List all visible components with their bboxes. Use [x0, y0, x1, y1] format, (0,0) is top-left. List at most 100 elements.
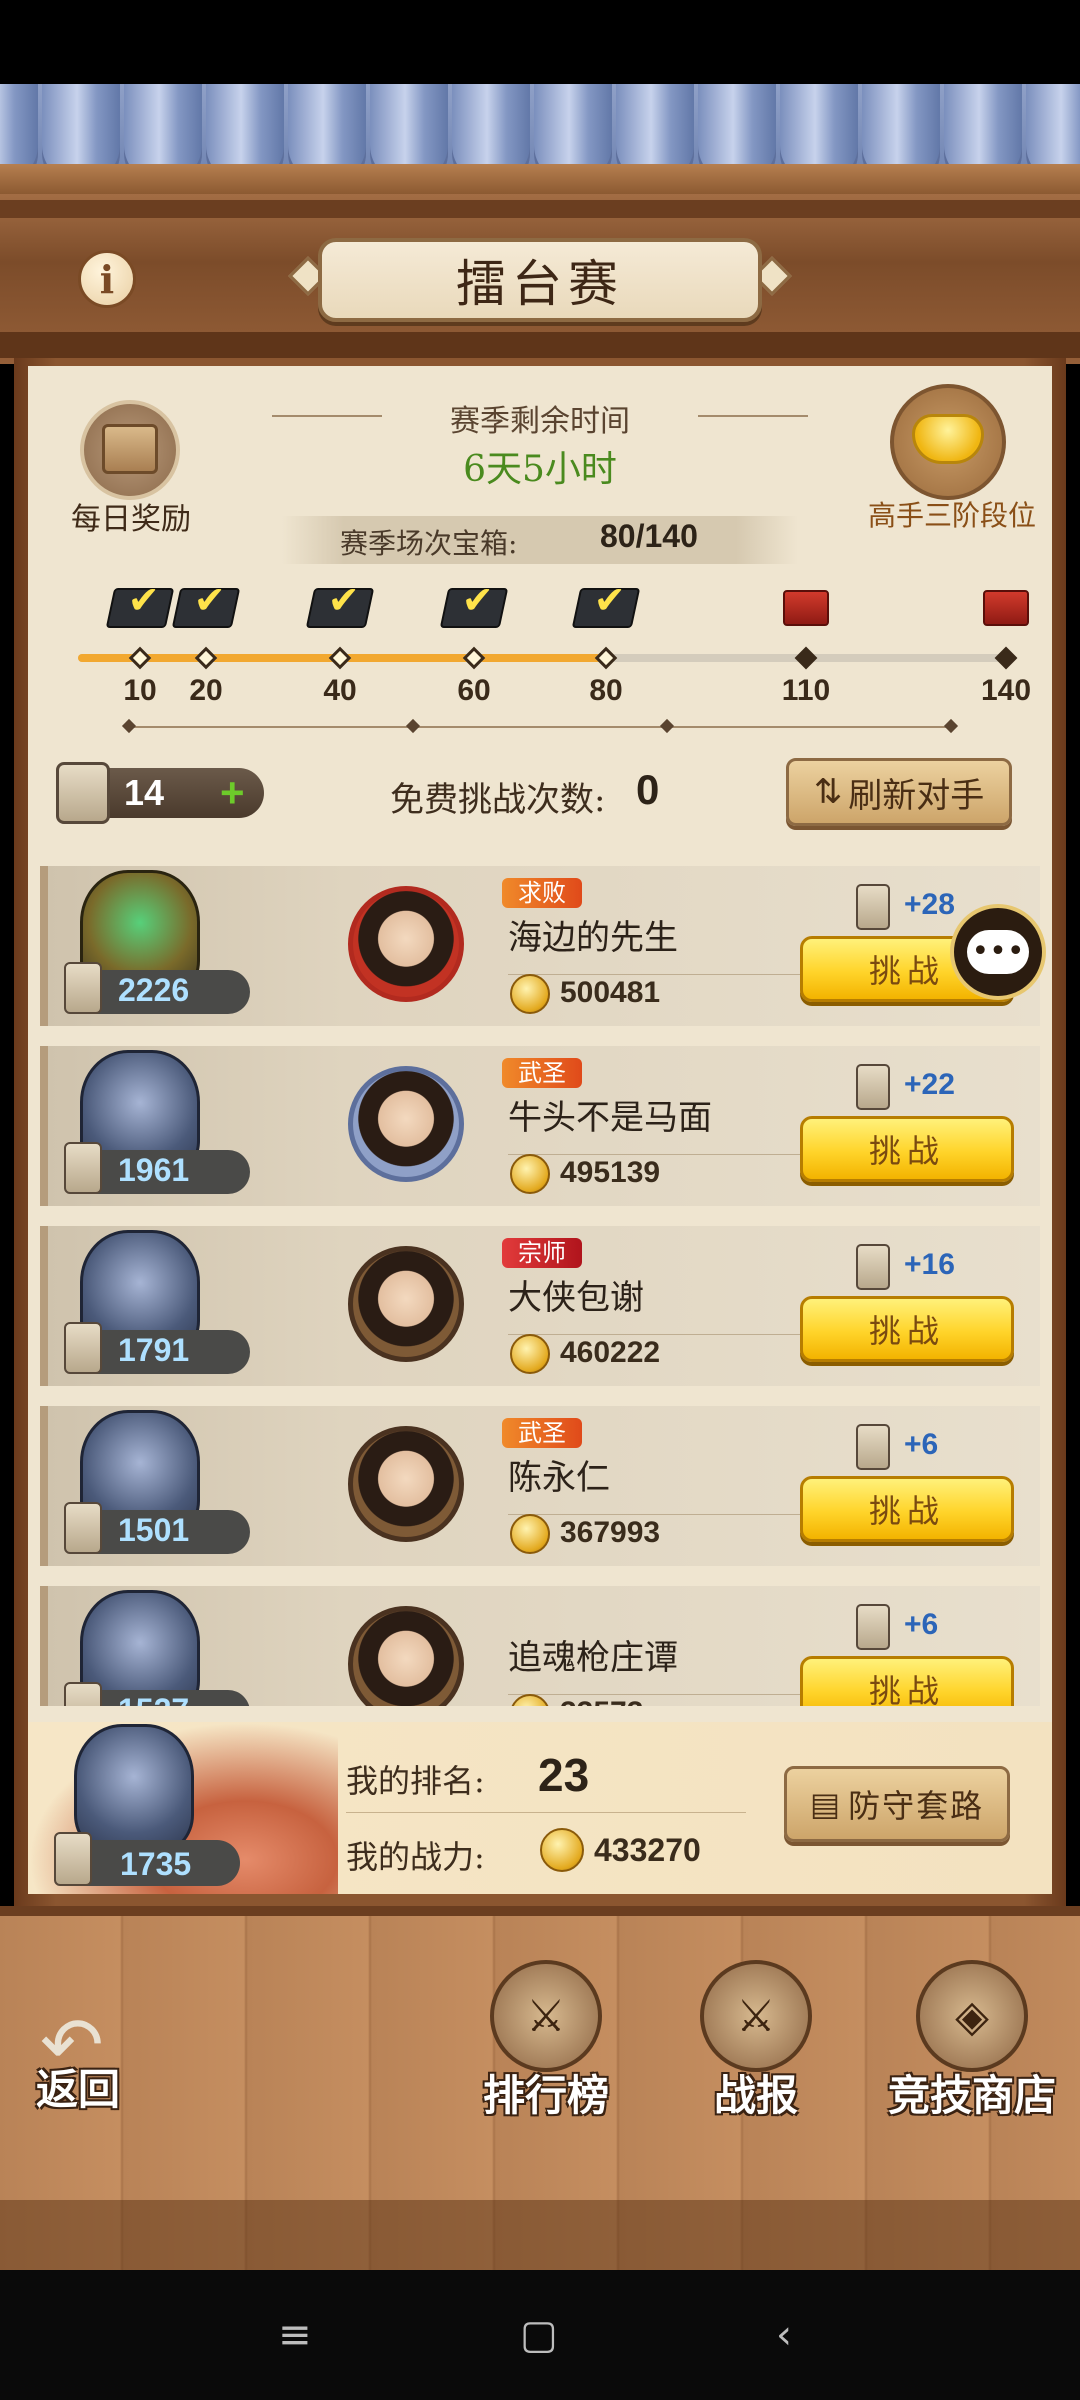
arena-shop-label: 竞技商店	[887, 2071, 1056, 2120]
reward-chest-icon[interactable]	[983, 590, 1029, 626]
free-challenges-label: 免费挑战次数:	[390, 780, 606, 820]
opponent-name: 追魂枪庄谭	[508, 1638, 678, 1678]
opponent-avatar[interactable]	[348, 1246, 464, 1362]
divider-line	[346, 1812, 746, 1813]
claimed-reward-icon[interactable]	[439, 588, 509, 628]
recent-apps-icon[interactable]: ≡	[278, 2312, 312, 2358]
my-rank-value: 23	[538, 1749, 590, 1801]
info-icon: i	[99, 256, 115, 302]
floor-shadow	[0, 2200, 1080, 2270]
reward-scroll-icon	[856, 884, 890, 930]
opponent-row: 1501 武圣 陈永仁 367993 +6 挑战	[40, 1406, 1040, 1566]
opponent-avatar[interactable]	[348, 1606, 464, 1706]
my-rank-emblem	[74, 1724, 194, 1854]
opponent-name: 海边的先生	[508, 918, 678, 958]
claimed-reward-icon[interactable]	[171, 588, 241, 628]
leaderboard-button[interactable]: ⚔ 排行榜	[456, 1960, 636, 2120]
claimed-reward-icon[interactable]	[305, 588, 375, 628]
refresh-label: 刷新对手	[848, 775, 985, 816]
opponent-score: 1527	[118, 1692, 189, 1706]
back-button[interactable]: ↶ 返回	[30, 2000, 150, 2114]
ticket-count: 14	[124, 772, 165, 813]
score-scroll-icon	[64, 962, 102, 1014]
power-coin-icon	[510, 1694, 550, 1706]
power-coin-icon	[540, 1828, 584, 1872]
battle-report-button[interactable]: ⚔ 战报	[666, 1960, 846, 2120]
info-button[interactable]: i	[78, 250, 136, 308]
opponent-name: 牛头不是马面	[508, 1098, 712, 1138]
season-chest-label: 赛季场次宝箱:	[340, 527, 518, 560]
chat-button[interactable]: •••	[950, 904, 1046, 1000]
divider-line	[508, 974, 808, 975]
opponent-avatar[interactable]	[348, 1426, 464, 1542]
opponent-name: 大侠包谢	[508, 1278, 644, 1318]
opponent-reward: +16	[904, 1248, 955, 1281]
season-chest-progress: 80/140	[600, 518, 698, 554]
free-challenges-value: 0	[636, 766, 660, 813]
opponent-power: 367993	[560, 1516, 661, 1549]
treasure-chest-icon[interactable]	[102, 424, 158, 474]
book-icon: ▤	[809, 1785, 841, 1823]
power-coin-icon	[510, 1334, 550, 1374]
claimed-reward-icon[interactable]	[105, 588, 175, 628]
score-scroll-icon	[64, 1502, 102, 1554]
leaderboard-label: 排行榜	[482, 2071, 609, 2120]
battle-scroll-icon: ⚔	[700, 1960, 812, 2072]
reward-scroll-icon	[856, 1424, 890, 1470]
opponent-row: 1961 武圣 牛头不是马面 495139 +22 挑战	[40, 1046, 1040, 1206]
opponent-list[interactable]: 2226 求败 海边的先生 500481 +28 挑战 1961 武圣 牛头不是马面 495139…	[40, 858, 1040, 1706]
daily-reward-label: 每日奖励	[71, 502, 191, 537]
roof-beam	[0, 164, 1080, 194]
opponent-title-tag: 宗师	[502, 1238, 582, 1268]
opponent-power: 460222	[560, 1336, 661, 1369]
milestone-label: 80	[589, 674, 623, 707]
defense-moves-button[interactable]: ▤ 防守套路	[784, 1766, 1010, 1842]
opponent-avatar[interactable]	[348, 886, 464, 1002]
defense-moves-label: 防守套路	[848, 1787, 985, 1825]
opponent-score: 1961	[118, 1152, 190, 1188]
add-ticket-icon[interactable]: +	[220, 772, 245, 814]
opponent-power: 495139	[560, 1156, 661, 1189]
divider-line	[272, 415, 382, 417]
my-power-label: 我的战力:	[346, 1838, 485, 1876]
crossed-swords-scroll-icon: ⚔	[490, 1960, 602, 2072]
opponent-name: 陈永仁	[508, 1458, 610, 1498]
opponent-reward: +6	[904, 1428, 939, 1461]
header-stripe	[0, 200, 1080, 218]
chat-icon: •••	[967, 930, 1029, 974]
title-plaque: 擂台赛	[318, 238, 762, 322]
divider-line	[128, 726, 950, 728]
status-bar	[0, 0, 1080, 84]
challenge-button[interactable]: 挑战	[800, 1656, 1014, 1706]
milestone-label: 110	[781, 674, 831, 707]
score-scroll-icon	[64, 1322, 102, 1374]
opponent-reward: +6	[904, 1608, 939, 1641]
opponent-avatar[interactable]	[348, 1066, 464, 1182]
claimed-reward-icon[interactable]	[571, 588, 641, 628]
reward-scroll-icon	[856, 1244, 890, 1290]
arena-shop-button[interactable]: ◈ 竞技商店	[882, 1960, 1062, 2120]
system-back-icon[interactable]: ‹	[776, 2312, 792, 2358]
milestone-label: 20	[189, 674, 223, 707]
challenge-button[interactable]: 挑战	[800, 1116, 1014, 1182]
shop-pavilion-icon: ◈	[916, 1960, 1028, 2072]
power-coin-icon	[510, 974, 550, 1014]
score-scroll-icon	[54, 1832, 92, 1886]
header-stripe	[0, 332, 1080, 358]
opponent-title-tag: 求败	[502, 878, 582, 908]
refresh-opponents-button[interactable]: ⇅ 刷新对手	[786, 758, 1012, 826]
back-label: 返回	[36, 2065, 121, 2114]
battle-report-label: 战报	[713, 2071, 798, 2120]
home-icon[interactable]: ▢	[520, 2312, 558, 2358]
opponent-power: 500481	[560, 976, 661, 1009]
my-score: 1735	[120, 1846, 192, 1882]
season-remaining-label: 赛季剩余时间	[450, 404, 630, 439]
challenge-button[interactable]: 挑战	[800, 1476, 1014, 1542]
score-scroll-icon	[64, 1142, 102, 1194]
rank-tier-label: 高手三阶段位	[867, 499, 1036, 532]
reward-chest-icon[interactable]	[783, 590, 829, 626]
my-rank-label: 我的排名:	[346, 1762, 485, 1800]
challenge-button[interactable]: 挑战	[800, 1296, 1014, 1362]
opponent-row: 2226 求败 海边的先生 500481 +28 挑战	[40, 866, 1040, 1026]
opponent-score: 1791	[118, 1332, 190, 1368]
